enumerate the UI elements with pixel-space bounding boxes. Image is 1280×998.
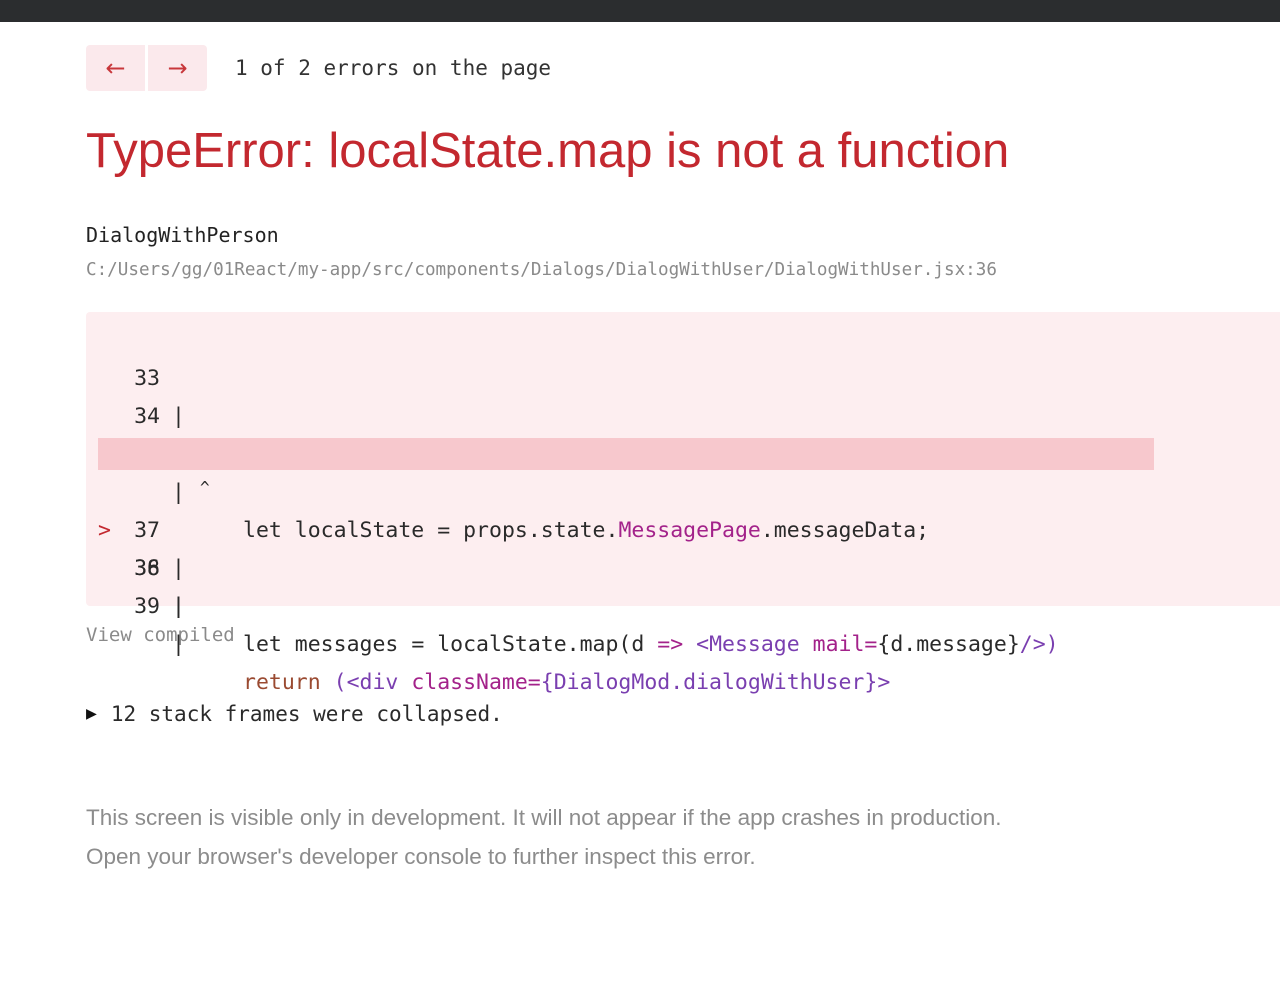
collapsed-stack-frames-label: 12 stack frames were collapsed. (110, 702, 503, 726)
error-count: 1 of 2 errors on the page (235, 56, 552, 80)
arrow-left-icon: ← (105, 54, 126, 82)
development-notice: This screen is visible only in developme… (86, 798, 1280, 876)
file-path: C:/Users/gg/01React/my-app/src/component… (86, 260, 997, 280)
code-line: 34 | (86, 360, 1280, 467)
gutter-pipe: | (172, 632, 185, 657)
notice-line-2: Open your browser's developer console to… (86, 844, 756, 869)
error-caret: ^ (200, 478, 210, 497)
code-frame: 33 | 34 | 35 | let localState = props.st… (86, 312, 1280, 695)
code-line: 33 | (86, 322, 1280, 429)
error-title: TypeError: localState.map is not a funct… (86, 124, 1010, 178)
code-line: 37 | ^ (86, 474, 1280, 581)
code-text: return (<div className={DialogMod.dialog… (243, 670, 891, 695)
code-line: 39 | return (<div className={DialogMod.d… (86, 550, 1280, 695)
window-top-bar (0, 0, 1280, 22)
code-text: let messages = localState.map(d => <Mess… (243, 632, 1059, 657)
collapsed-stack-frames-toggle[interactable]: ▶ 12 stack frames were collapsed. (86, 700, 1280, 728)
error-navigation: ← → 1 of 2 errors on the page (86, 44, 1280, 92)
line-number: 39 (134, 594, 160, 619)
arrow-right-icon: → (167, 54, 188, 82)
previous-error-button[interactable]: ← (86, 45, 145, 91)
code-line: 35 | let localState = props.state.Messag… (86, 398, 1280, 543)
component-name: DialogWithPerson (86, 223, 279, 247)
next-error-button[interactable]: → (148, 45, 207, 91)
code-line: 38 | (86, 512, 1280, 619)
error-overlay: ← → 1 of 2 errors on the page TypeError:… (86, 44, 1280, 876)
highlighted-code-line: > 36 | let messages = localState.map(d =… (86, 436, 1280, 657)
line-highlight (98, 438, 1154, 470)
error-nav-buttons: ← → (86, 45, 207, 91)
gutter-pipe: | (172, 594, 185, 619)
notice-line-1: This screen is visible only in developme… (86, 805, 1002, 830)
